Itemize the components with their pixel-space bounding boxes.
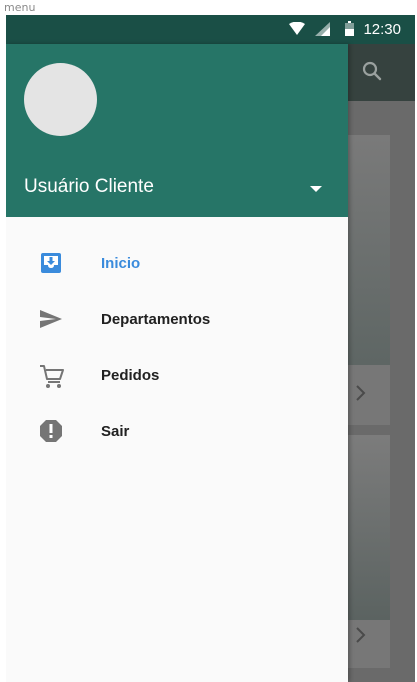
- menu-item-label: Departamentos: [101, 310, 211, 328]
- menu-item-pedidos[interactable]: Pedidos: [6, 347, 348, 403]
- wifi-icon: [289, 21, 305, 41]
- background-card-image: [348, 435, 390, 625]
- signal-icon: [315, 22, 330, 41]
- menu-item-inicio[interactable]: Inicio: [6, 235, 348, 291]
- menu-item-sair[interactable]: Sair: [6, 403, 348, 459]
- status-bar: 12:30: [6, 15, 415, 44]
- account-name: Usuário Cliente: [24, 176, 154, 197]
- avatar[interactable]: [24, 63, 97, 136]
- menu-item-label: Inicio: [101, 254, 141, 272]
- drawer-header: Usuário Cliente: [6, 44, 348, 217]
- phone-screen: 12:30 Usuário Cliente Inicio Departament…: [6, 15, 415, 682]
- chevron-right-icon[interactable]: [354, 625, 368, 650]
- menu-item-departamentos[interactable]: Departamentos: [6, 291, 348, 347]
- drawer-menu: Inicio Departamentos Pedidos Sair: [6, 235, 348, 459]
- cart-icon: [39, 363, 64, 388]
- alert-octagon-icon: [39, 419, 63, 443]
- background-card-image: [348, 135, 390, 365]
- window-title: menu: [4, 1, 36, 14]
- send-icon: [39, 307, 63, 331]
- search-icon[interactable]: [360, 59, 384, 88]
- inbox-download-icon: [39, 251, 63, 275]
- navigation-drawer: Usuário Cliente Inicio Departamentos Ped…: [6, 44, 348, 682]
- chevron-right-icon[interactable]: [354, 383, 368, 408]
- dropdown-arrow-icon[interactable]: [304, 177, 328, 201]
- menu-item-label: Sair: [101, 422, 130, 440]
- status-time: 12:30: [363, 21, 401, 38]
- menu-item-label: Pedidos: [101, 366, 160, 384]
- battery-icon: [345, 21, 354, 41]
